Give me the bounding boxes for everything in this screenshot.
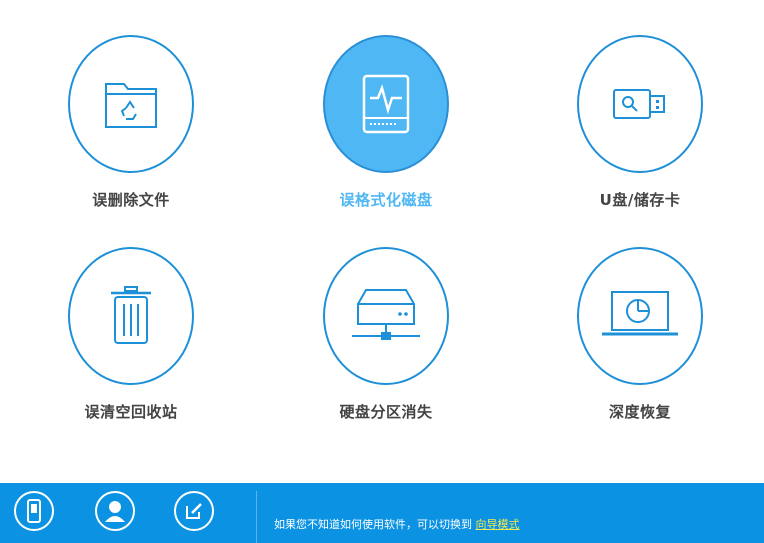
tile-label: 深度恢复 [608,403,671,421]
deleted-files-circle[interactable] [68,35,194,173]
bottom-bar: 如果您不知道如何使用软件，可以切换到 向导模式 [0,483,764,543]
trash-bin-icon [111,286,151,344]
tile-empty-recycle[interactable]: 误清空回收站 [43,247,223,447]
tile-label: 误清空回收站 [84,403,178,421]
recycle-folder-icon [105,83,157,128]
tile-usb-card[interactable]: U盘/储存卡 [552,35,732,235]
edit-icon [186,503,202,519]
tile-label: 误格式化磁盘 [339,191,433,209]
disk-pulse-icon [362,74,410,134]
user-icon [105,501,125,522]
tile-deleted-files[interactable]: 误删除文件 [43,35,223,235]
tile-formatted-disk[interactable]: 误格式化磁盘 [298,35,478,235]
phone-button[interactable] [14,491,54,531]
network-drive-icon [352,289,420,340]
bar-divider [256,491,257,543]
phone-icon [27,499,41,523]
mode-hint: 如果您不知道如何使用软件，可以切换到 向导模式 [274,516,520,532]
wizard-mode-link[interactable]: 向导模式 [476,518,520,531]
tile-deep-recovery[interactable]: 深度恢复 [552,247,732,447]
hint-text: 如果您不知道如何使用软件，可以切换到 [274,518,472,531]
lost-partition-circle[interactable] [323,247,449,385]
tile-label: U盘/储存卡 [599,191,681,209]
usb-card-circle[interactable] [577,35,703,173]
feedback-button[interactable] [174,491,214,531]
tile-label: 误删除文件 [92,191,170,209]
account-button[interactable] [95,491,135,531]
tile-lost-partition[interactable]: 硬盘分区消失 [298,247,478,447]
laptop-scan-icon [602,291,678,336]
empty-recycle-circle[interactable] [68,247,194,385]
usb-drive-icon [613,89,665,119]
deep-recovery-circle[interactable] [577,247,703,385]
tile-label: 硬盘分区消失 [339,403,433,421]
formatted-disk-circle[interactable] [323,35,449,173]
